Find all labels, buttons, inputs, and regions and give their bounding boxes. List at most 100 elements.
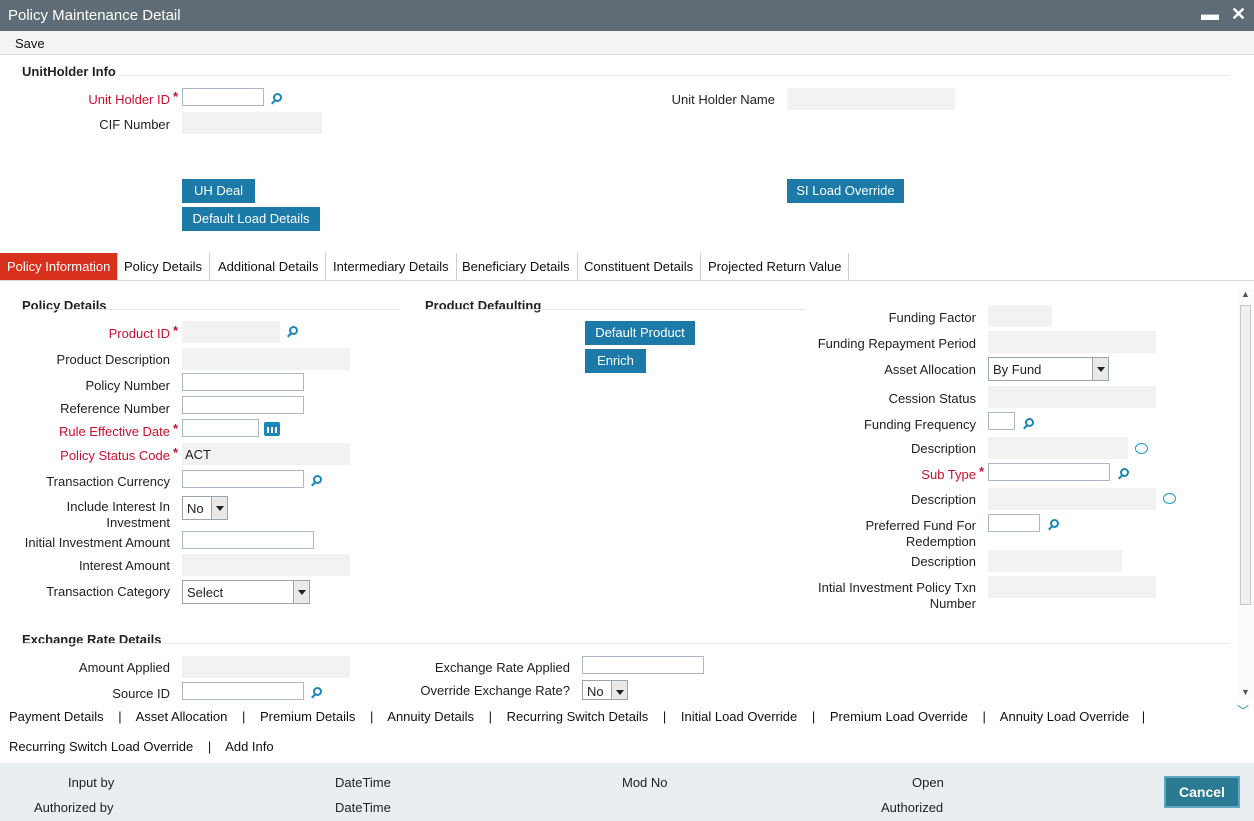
link-initial-load-override[interactable]: Initial Load Override (681, 709, 797, 724)
authorized-label: Authorized (881, 800, 944, 815)
policy-status-code-field: ACT (182, 443, 350, 465)
tab-intermediary-details[interactable]: Intermediary Details (326, 253, 457, 280)
unitholder-section-title: UnitHolder Info (22, 64, 116, 79)
reference-number-input[interactable] (182, 396, 304, 414)
funding-factor-label: Funding Factor (888, 310, 976, 325)
link-premium-details[interactable]: Premium Details (260, 709, 355, 724)
link-add-info[interactable]: Add Info (225, 739, 273, 754)
reference-number-label: Reference Number (60, 401, 170, 416)
search-icon[interactable] (1118, 468, 1130, 480)
asset-allocation-select[interactable]: By Fund (988, 357, 1109, 381)
tab-constituent-details[interactable]: Constituent Details (577, 253, 702, 280)
comment-icon[interactable] (1163, 493, 1176, 504)
calendar-icon[interactable] (264, 422, 280, 436)
source-id-input[interactable] (182, 682, 304, 700)
sub-type-input[interactable] (988, 463, 1110, 481)
chevron-down-icon (293, 581, 309, 603)
expand-chevron-icon[interactable]: ﹀ (1237, 702, 1249, 719)
tab-beneficiary-details[interactable]: Beneficiary Details (455, 253, 578, 280)
link-premium-load-override[interactable]: Premium Load Override (830, 709, 968, 724)
close-icon[interactable]: ✕ (1231, 4, 1246, 25)
funding-frequency-input[interactable] (988, 412, 1015, 430)
link-recurring-switch-details[interactable]: Recurring Switch Details (507, 709, 649, 724)
default-product-button[interactable]: Default Product (585, 321, 695, 345)
initial-policy-txn-field (988, 576, 1156, 598)
funding-factor-field (988, 305, 1052, 327)
cancel-button[interactable]: Cancel (1164, 776, 1240, 808)
description-field (988, 488, 1156, 510)
policy-status-value: ACT (185, 447, 211, 462)
exchange-rate-applied-input[interactable] (582, 656, 704, 674)
window-title: Policy Maintenance Detail (8, 7, 181, 24)
vertical-scrollbar[interactable]: ▲ ▼ (1238, 289, 1254, 699)
links-row-1: Payment Details | Asset Allocation | Pre… (9, 709, 1146, 724)
save-menu-item[interactable]: Save (15, 36, 45, 51)
default-load-details-button[interactable]: Default Load Details (182, 207, 320, 231)
search-icon[interactable] (271, 93, 283, 105)
initial-investment-amount-input[interactable] (182, 531, 314, 549)
include-interest-select[interactable]: No (182, 496, 228, 520)
search-icon[interactable] (1023, 418, 1035, 430)
transaction-currency-label: Transaction Currency (46, 474, 170, 489)
transaction-category-label: Transaction Category (46, 584, 170, 599)
scroll-up-icon[interactable]: ▲ (1241, 289, 1250, 299)
description-field (988, 437, 1128, 459)
product-id-label: Product ID (108, 326, 170, 341)
uh-deal-button[interactable]: UH Deal (182, 179, 255, 203)
section-divider (22, 309, 400, 310)
title-bar: Policy Maintenance Detail ▬ ✕ (0, 0, 1254, 31)
section-divider (118, 75, 1228, 76)
datetime-label: DateTime (335, 800, 391, 815)
link-asset-allocation[interactable]: Asset Allocation (136, 709, 228, 724)
tab-policy-information[interactable]: Policy Information (0, 253, 119, 280)
tab-policy-details[interactable]: Policy Details (117, 253, 211, 280)
enrich-button[interactable]: Enrich (585, 349, 646, 373)
preferred-fund-label: Preferred Fund For Redemption (865, 518, 976, 549)
include-interest-label: Include Interest In Investment (66, 499, 170, 530)
scroll-down-icon[interactable]: ▼ (1241, 687, 1250, 697)
description-label: Description (910, 441, 976, 456)
product-description-field (182, 348, 350, 370)
tab-projected-return-value[interactable]: Projected Return Value (701, 253, 850, 280)
policy-number-input[interactable] (182, 373, 304, 391)
required-star: * (173, 445, 179, 460)
source-id-label: Source ID (112, 686, 170, 701)
si-load-override-button[interactable]: SI Load Override (787, 179, 904, 203)
transaction-currency-input[interactable] (182, 470, 304, 488)
comment-icon[interactable] (1135, 443, 1148, 454)
unit-holder-id-input[interactable] (182, 88, 264, 106)
search-icon[interactable] (311, 475, 323, 487)
link-annuity-load-override[interactable]: Annuity Load Override (1000, 709, 1129, 724)
override-exchange-rate-select[interactable]: No (582, 680, 628, 700)
section-divider (22, 643, 1228, 644)
search-icon[interactable] (287, 326, 299, 338)
menu-bar: Save (0, 31, 1254, 55)
cif-number-field (182, 112, 322, 134)
unit-holder-id-label: Unit Holder ID (88, 92, 170, 107)
required-star: * (173, 323, 179, 338)
exchange-rate-section-title: Exchange Rate Details (22, 632, 162, 647)
minimize-icon[interactable]: ▬ (1201, 4, 1219, 25)
funding-repayment-period-field (988, 331, 1156, 353)
scrollbar-thumb[interactable] (1240, 305, 1251, 605)
search-icon[interactable] (1048, 519, 1060, 531)
policy-details-section-title: Policy Details (22, 298, 107, 313)
link-annuity-details[interactable]: Annuity Details (387, 709, 474, 724)
transaction-category-select[interactable]: Select (182, 580, 310, 604)
rule-effective-date-input[interactable] (182, 419, 259, 437)
datetime-label: DateTime (335, 775, 391, 790)
open-label: Open (912, 775, 944, 790)
chevron-down-icon (211, 497, 227, 519)
description-field (988, 550, 1122, 572)
tab-additional-details[interactable]: Additional Details (211, 253, 327, 280)
override-exchange-rate-label: Override Exchange Rate? (420, 683, 570, 698)
policy-status-code-label: Policy Status Code (60, 448, 170, 463)
product-id-field[interactable] (182, 321, 280, 343)
links-row-2: Recurring Switch Load Override | Add Inf… (9, 739, 274, 754)
search-icon[interactable] (311, 687, 323, 699)
preferred-fund-input[interactable] (988, 514, 1040, 532)
link-recurring-switch-load-override[interactable]: Recurring Switch Load Override (9, 739, 193, 754)
mod-no-label: Mod No (622, 775, 668, 790)
link-payment-details[interactable]: Payment Details (9, 709, 104, 724)
required-star: * (173, 89, 179, 104)
